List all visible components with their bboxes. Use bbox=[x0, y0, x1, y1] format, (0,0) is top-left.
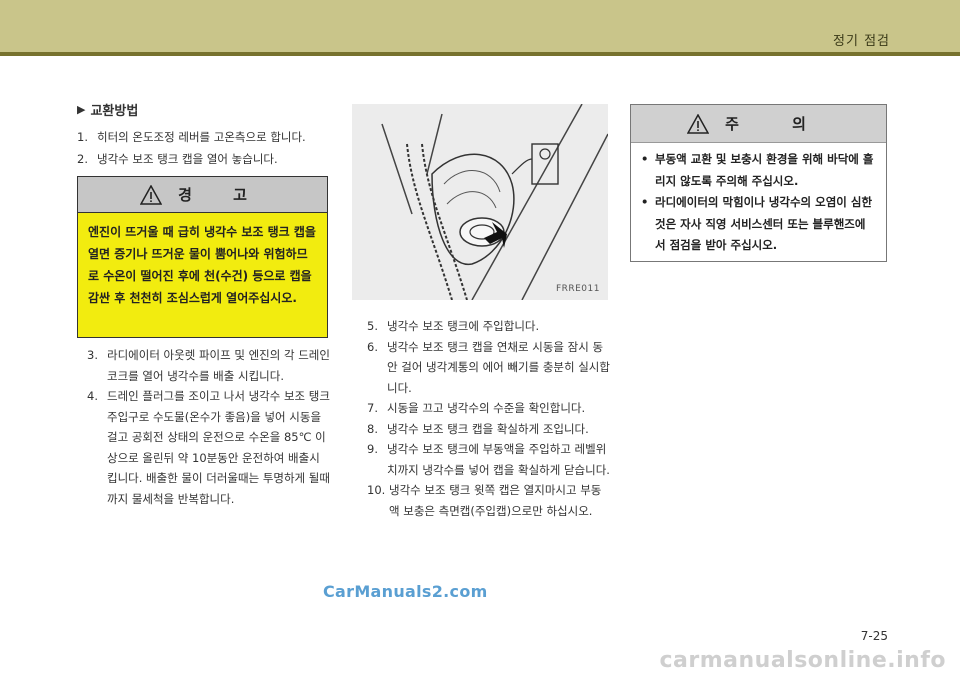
photo-code: FRRE011 bbox=[555, 284, 600, 294]
step-5: 5. 냉각수 보조 탱크에 주입합니다. bbox=[367, 319, 540, 333]
replacement-heading: ▶ 교환방법 bbox=[77, 100, 329, 119]
caution-title: 주 의 bbox=[725, 115, 830, 133]
bullet-dot-icon: • bbox=[641, 152, 649, 166]
step-10: 10. 냉각수 보조 탱크 윗쪽 캡은 열지마시고 부동액 보충은 측면캡(주입… bbox=[367, 483, 602, 518]
warning-box: 경 고 엔진이 뜨거울 때 급히 냉각수 보조 탱크 캡을 열면 증기나 뜨거운… bbox=[77, 176, 328, 338]
replacement-heading-text: 교환방법 bbox=[90, 104, 139, 119]
warning-header: 경 고 bbox=[78, 177, 327, 213]
coolant-tank-photo: FRRE011 bbox=[352, 104, 608, 300]
step-1: 1. 히터의 온도조정 레버를 고온측으로 합니다. bbox=[77, 130, 306, 144]
step-9: 9. 냉각수 보조 탱크에 부동액을 주입하고 레벨위치까지 냉각수를 넣어 캡… bbox=[367, 442, 610, 477]
step-7: 7. 시동을 끄고 냉각수의 수준을 확인합니다. bbox=[367, 401, 586, 415]
section-title: 정기 점검 bbox=[833, 34, 890, 49]
step-6: 6. 냉각수 보조 탱크 캡을 연채로 시동을 잠시 동안 걸어 냉각계통의 에… bbox=[367, 339, 610, 395]
triangle-bullet-icon: ▶ bbox=[77, 103, 86, 116]
warning-text: 엔진이 뜨거울 때 급히 냉각수 보조 탱크 캡을 열면 증기나 뜨거운 물이 … bbox=[88, 225, 316, 305]
warning-title: 경 고 bbox=[178, 186, 265, 204]
replacement-steps-bottom: 3. 라디에이터 아웃렛 파이프 및 엔진의 각 드레인 코크를 열어 냉각수를… bbox=[87, 345, 330, 509]
step-3: 3. 라디에이터 아웃렛 파이프 및 엔진의 각 드레인 코크를 열어 냉각수를… bbox=[87, 348, 330, 383]
step-8: 8. 냉각수 보조 탱크 캡을 확실하게 조입니다. bbox=[367, 421, 589, 436]
step-4: 4. 드레인 플러그를 조이고 나서 냉각수 보조 탱크 주입구로 수도물(온수… bbox=[87, 389, 330, 506]
engine-illustration bbox=[352, 104, 608, 300]
watermark-carmanuals2[interactable]: CarManuals2.com bbox=[323, 582, 488, 601]
header-rule bbox=[0, 52, 960, 56]
bullet-dot-icon: • bbox=[641, 195, 649, 209]
caution-header: 주 의 bbox=[631, 105, 886, 143]
watermark-carmanualsonline[interactable]: carmanualsonline.info bbox=[660, 648, 947, 673]
replacement-steps-top: ▶ 교환방법 1. 히터의 온도조정 레버를 고온측으로 합니다. 2. 냉각수… bbox=[77, 100, 329, 170]
caution-box: 주 의 • 부동액 교환 및 보충시 환경을 위해 바닥에 흘리지 않도록 주의… bbox=[630, 104, 887, 262]
warning-triangle-icon bbox=[140, 184, 163, 205]
caution-item: • 라디에이터의 막힘이나 냉각수의 오염이 심한 것은 자사 직영 서비스센터… bbox=[641, 192, 876, 257]
header-band bbox=[0, 0, 960, 52]
caution-item: • 부동액 교환 및 보충시 환경을 위해 바닥에 흘리지 않도록 주의해 주십… bbox=[641, 149, 876, 192]
page-number: 7-25 bbox=[860, 629, 888, 643]
caution-triangle-icon bbox=[687, 113, 710, 134]
replacement-steps-right: 5. 냉각수 보조 탱크에 주입합니다. 6. 냉각수 보조 탱크 캡을 연채로… bbox=[367, 316, 610, 521]
step-2: 2. 냉각수 보조 탱크 캡을 열어 놓습니다. bbox=[77, 151, 278, 166]
